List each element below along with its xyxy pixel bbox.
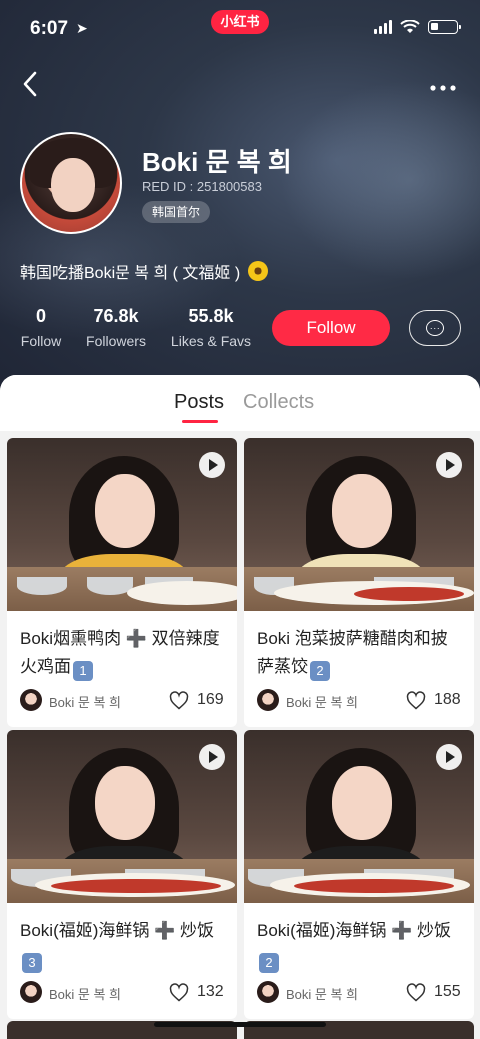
- post-meta: Boki 문 복 희 188: [244, 683, 474, 727]
- back-button[interactable]: [20, 70, 44, 98]
- chat-bubble-icon: ···: [426, 320, 444, 336]
- status-time: 6:07: [30, 18, 69, 39]
- home-indicator[interactable]: [154, 1022, 326, 1027]
- number-badge: 1: [73, 661, 93, 681]
- number-badge: 2: [310, 661, 330, 681]
- battery-icon: [428, 20, 461, 34]
- stat-value: 76.8k: [93, 306, 139, 326]
- stat-label: Likes & Favs: [170, 333, 252, 349]
- post-card[interactable]: Boki(福姬)海鲜锅 ➕ 炒饭 2 Boki 문 복 희 155: [244, 730, 474, 1019]
- content-panel: Posts Collects Boki烟熏鸭肉 ➕ 双倍辣度火鸡面 1 Boki …: [0, 375, 480, 1039]
- more-button[interactable]: [430, 72, 456, 98]
- like-count: 169: [197, 691, 224, 708]
- app-logo: 小红书: [211, 10, 269, 34]
- stat-likes-favs[interactable]: 55.8k Likes & Favs: [166, 306, 256, 349]
- post-card[interactable]: Boki 泡菜披萨糖醋肉和披萨蒸饺 2 Boki 문 복 희 188: [244, 438, 474, 727]
- post-meta: Boki 문 복 희 132: [7, 975, 237, 1019]
- bio-text: 韩国吃播Boki문 복 희 ( 文福姬 ): [20, 265, 241, 282]
- post-card[interactable]: Boki烟熏鸭肉 ➕ 双倍辣度火鸡面 1 Boki 문 복 희 169: [7, 438, 237, 727]
- stat-follow[interactable]: 0 Follow: [16, 306, 66, 349]
- heart-icon[interactable]: [406, 691, 426, 711]
- status-icons: [374, 20, 461, 34]
- post-title-text: Boki 泡菜披萨糖醋肉和披萨蒸饺: [257, 629, 448, 676]
- like-count: 155: [434, 983, 461, 1000]
- author-avatar: [20, 689, 42, 711]
- stat-label: Follow: [20, 333, 62, 349]
- profile-bio: 韩国吃播Boki문 복 희 ( 文福姬 ): [20, 259, 269, 283]
- profile-name: Boki 문 복 희: [142, 147, 292, 177]
- profile-avatar[interactable]: [20, 132, 122, 234]
- sunflower-icon: [248, 261, 269, 281]
- post-title: Boki 泡菜披萨糖醋肉和披萨蒸饺 2: [244, 611, 474, 683]
- post-title: Boki(福姬)海鲜锅 ➕ 炒饭 3: [7, 903, 237, 975]
- tab-active-indicator: [182, 420, 218, 423]
- heart-icon[interactable]: [406, 983, 426, 1003]
- number-badge: 2: [259, 953, 279, 973]
- follow-button[interactable]: Follow: [272, 310, 390, 346]
- like-count: 188: [434, 691, 461, 708]
- red-id: RED ID : 251800583: [142, 179, 262, 194]
- post-meta: Boki 문 복 희 169: [7, 683, 237, 727]
- post-title: Boki(福姬)海鲜锅 ➕ 炒饭 2: [244, 903, 474, 975]
- video-play-icon: [436, 744, 462, 770]
- post-card[interactable]: Boki(福姬)海鲜锅 ➕ 炒饭 3 Boki 문 복 희 132: [7, 730, 237, 1019]
- author-avatar: [257, 689, 279, 711]
- author-name: Boki 문 복 희: [49, 987, 122, 1002]
- wifi-icon: [400, 20, 420, 33]
- author-avatar: [20, 981, 42, 1003]
- author-avatar: [257, 981, 279, 1003]
- location-arrow-icon: ➤: [76, 20, 88, 36]
- more-horizontal-icon: [430, 85, 456, 91]
- video-play-icon: [199, 452, 225, 478]
- video-play-icon: [436, 452, 462, 478]
- status-bar: 6:07 ➤ 小红书: [0, 0, 480, 56]
- post-title-text: Boki(福姬)海鲜锅 ➕ 炒饭: [257, 921, 452, 940]
- chevron-left-icon: [23, 71, 37, 97]
- post-title-text: Boki(福姬)海鲜锅 ➕ 炒饭: [20, 921, 215, 940]
- stat-value: 0: [35, 306, 46, 326]
- video-play-icon: [199, 744, 225, 770]
- message-button[interactable]: ···: [409, 310, 461, 346]
- author-name: Boki 문 복 희: [286, 695, 359, 710]
- cellular-signal-icon: [374, 20, 392, 34]
- number-badge: 3: [22, 953, 42, 973]
- post-thumbnail: [7, 438, 237, 611]
- post-thumbnail: [7, 730, 237, 903]
- stat-followers[interactable]: 76.8k Followers: [80, 306, 152, 349]
- post-title-text: Boki烟熏鸭肉 ➕ 双倍辣度火鸡面: [20, 629, 220, 676]
- tab-collects[interactable]: Collects: [243, 391, 314, 414]
- stat-label: Followers: [86, 333, 146, 349]
- post-meta: Boki 문 복 희 155: [244, 975, 474, 1019]
- like-count: 132: [197, 983, 224, 1000]
- tab-posts[interactable]: Posts: [174, 391, 224, 414]
- header-texture: [280, 80, 480, 280]
- profile-tabs: Posts Collects: [0, 375, 480, 431]
- location-badge: 韩国首尔: [142, 201, 211, 223]
- post-thumbnail: [244, 438, 474, 611]
- post-title: Boki烟熏鸭肉 ➕ 双倍辣度火鸡面 1: [7, 611, 237, 683]
- author-name: Boki 문 복 희: [49, 695, 122, 710]
- author-name: Boki 문 복 희: [286, 987, 359, 1002]
- heart-icon[interactable]: [169, 983, 189, 1003]
- stat-value: 55.8k: [188, 306, 234, 326]
- post-thumbnail: [244, 730, 474, 903]
- heart-icon[interactable]: [169, 691, 189, 711]
